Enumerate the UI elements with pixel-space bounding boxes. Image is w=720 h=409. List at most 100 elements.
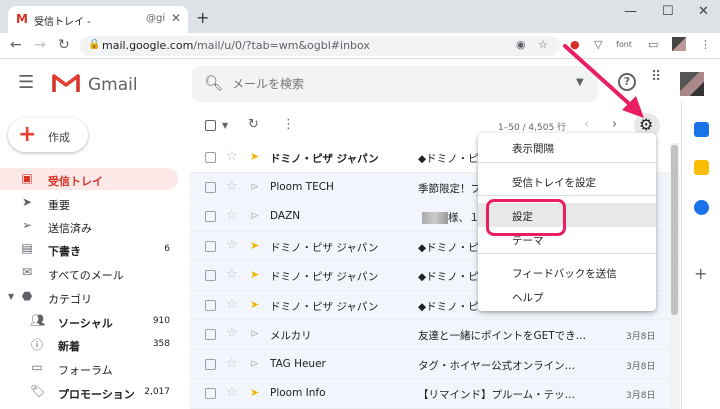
star-icon[interactable]: ☆ — [226, 356, 238, 371]
send-icon: ➢ — [21, 218, 33, 232]
sidebar-item[interactable]: ▣ 受信トレイ — [0, 168, 178, 190]
add-addon-icon[interactable]: + — [694, 264, 707, 283]
close-window-icon[interactable]: ✕ — [698, 4, 709, 19]
font-extension-icon[interactable]: font — [616, 40, 632, 49]
sidebar-item-count: 2,017 — [144, 387, 170, 397]
email-sender: ドミノ・ピザ ジャパン — [270, 241, 379, 254]
extension-red-icon[interactable]: ● — [570, 38, 580, 51]
star-icon[interactable]: ☆ — [226, 385, 238, 400]
sidebar-item-count: 6 — [164, 244, 170, 254]
category-icon: ⬣ — [21, 289, 33, 303]
search-input[interactable] — [232, 75, 532, 93]
row-checkbox[interactable] — [205, 329, 216, 340]
sidebar-item[interactable]: ▭ フォーラム — [0, 357, 178, 379]
minimize-icon[interactable]: — — [624, 4, 637, 19]
browser-tab-strip: M 受信トレイ - @gi ✕ + — ☐ ✕ — [0, 0, 720, 33]
sidebar-item[interactable]: 👥︎ ソーシャル 910 — [0, 310, 178, 332]
sidebar-item[interactable]: 🏷︎ プロモーション 2,017 — [0, 381, 178, 403]
search-icon[interactable]: 🔍︎ — [204, 74, 223, 92]
chrome-menu-icon[interactable]: ⋮ — [700, 38, 711, 51]
email-row[interactable]: ☆ ⊳ メルカリ 友達と一緒にポイントをGETでき… 3月8日 — [190, 320, 680, 350]
more-options-icon[interactable]: ⋮ — [282, 117, 295, 132]
cast-icon[interactable]: ▭ — [648, 38, 658, 51]
maximize-icon[interactable]: ☐ — [662, 4, 674, 19]
sidebar-item-count: 910 — [152, 316, 170, 326]
keep-icon[interactable] — [694, 160, 709, 175]
refresh-icon[interactable]: ↻ — [248, 117, 259, 132]
importance-marker-icon[interactable]: ➤ — [250, 298, 259, 311]
reload-icon[interactable]: ↻ — [58, 37, 70, 53]
row-checkbox[interactable] — [205, 299, 216, 311]
tag-icon: 🏷︎ — [30, 384, 46, 398]
email-row[interactable]: ☆ ⊳ TAG Heuer タグ・ホイヤー公式オンライン… 3月8日 — [190, 349, 680, 379]
row-checkbox[interactable] — [205, 240, 216, 252]
sidebar-item[interactable]: ⓘ 新着 358 — [0, 333, 178, 355]
row-checkbox[interactable] — [205, 152, 216, 163]
star-icon[interactable]: ☆ — [226, 297, 238, 312]
select-options-icon[interactable]: ▼ — [222, 121, 228, 130]
bookmark-star-icon[interactable]: ☆ — [538, 38, 548, 51]
apps-grid-icon[interactable]: ⠿ — [651, 70, 661, 84]
email-sender: DAZN — [270, 210, 301, 222]
help-icon[interactable]: ? — [618, 73, 636, 91]
star-icon[interactable]: ☆ — [226, 179, 238, 194]
next-page-icon[interactable]: › — [612, 117, 617, 132]
account-avatar[interactable] — [680, 72, 704, 96]
compose-button[interactable]: + 作成 — [8, 118, 88, 152]
importance-marker-icon[interactable]: ⊳ — [250, 327, 259, 340]
address-bar-row: ← → ↻ 🔒 mail.google.com/mail/u/0/?tab=wm… — [0, 33, 720, 59]
new-tab-button[interactable]: + — [196, 8, 209, 27]
row-checkbox[interactable] — [205, 211, 216, 222]
importance-marker-icon[interactable]: ➤ — [250, 386, 259, 399]
sidebar-item[interactable]: ➤ 重要 — [0, 192, 178, 214]
importance-marker-icon[interactable]: ➤ — [250, 150, 259, 163]
star-icon[interactable]: ☆ — [226, 326, 238, 341]
prev-page-icon[interactable]: ‹ — [584, 117, 589, 132]
settings-menu-item[interactable]: 表示間隔 — [478, 135, 656, 159]
importance-marker-icon[interactable]: ➤ — [250, 239, 259, 252]
search-options-icon[interactable]: ▼ — [576, 77, 584, 88]
sidebar-item[interactable]: ▤ 下書き 6 — [0, 238, 178, 260]
email-sender: ドミノ・ピザ ジャパン — [270, 271, 379, 283]
scrollbar[interactable] — [670, 143, 679, 409]
importance-marker-icon[interactable]: ⊳ — [250, 209, 259, 222]
forward-icon[interactable]: → — [34, 37, 46, 53]
close-tab-icon[interactable]: ✕ — [171, 11, 181, 25]
url-text[interactable]: mail.google.com/mail/u/0/?tab=wm&ogbl#in… — [102, 39, 370, 52]
profile-avatar[interactable] — [672, 37, 686, 51]
row-checkbox[interactable] — [205, 270, 216, 281]
eye-icon[interactable]: ◉ — [516, 38, 526, 51]
email-row[interactable]: ☆ ➤ Ploom Info 【リマインド】プルーム・テッ… 3月8日 — [190, 379, 680, 409]
star-icon[interactable]: ☆ — [226, 208, 238, 223]
main-menu-icon[interactable]: ☰ — [18, 72, 34, 93]
sidebar-item[interactable]: ✉ すべてのメール — [0, 262, 178, 284]
importance-marker-icon[interactable]: ⊳ — [250, 357, 259, 370]
star-icon[interactable]: ☆ — [226, 149, 238, 164]
inbox-icon: ▣ — [21, 171, 33, 185]
importance-marker-icon[interactable]: ⊳ — [250, 180, 259, 193]
settings-menu-item[interactable]: フィードバックを送信 — [478, 260, 656, 284]
row-checkbox[interactable] — [205, 181, 216, 193]
url-path: /mail/u/0/?tab=wm&ogbl#inbox — [193, 39, 370, 52]
importance-marker-icon[interactable]: ➤ — [250, 268, 259, 281]
row-checkbox[interactable] — [205, 388, 216, 399]
select-all-checkbox[interactable] — [205, 120, 216, 131]
sidebar-item[interactable]: ▼ ⬣ カテゴリ — [0, 286, 178, 308]
row-checkbox[interactable] — [205, 358, 216, 370]
star-icon[interactable]: ☆ — [226, 238, 238, 253]
sidebar-item[interactable]: ➢ 送信済み — [0, 215, 178, 237]
star-icon[interactable]: ☆ — [226, 267, 238, 282]
settings-menu-item[interactable]: ヘルプ — [478, 284, 656, 308]
scrollbar-thumb[interactable] — [671, 145, 678, 315]
back-icon[interactable]: ← — [10, 37, 22, 53]
pocket-icon[interactable]: ▽ — [594, 38, 602, 51]
tasks-icon[interactable] — [694, 200, 709, 215]
calendar-icon[interactable] — [694, 122, 709, 137]
expand-caret-icon[interactable]: ▼ — [8, 292, 14, 301]
omnibox[interactable]: 🔒 mail.google.com/mail/u/0/?tab=wm&ogbl#… — [80, 36, 560, 56]
search-bar[interactable]: 🔍︎ ▼ — [192, 66, 598, 102]
browser-tab[interactable]: M 受信トレイ - @gi ✕ — [8, 6, 188, 33]
settings-menu-item[interactable]: 受信トレイを設定 — [478, 169, 656, 193]
email-subject-text: 季節限定！ブ — [418, 182, 481, 195]
sidebar-item-label: ソーシャル — [58, 317, 113, 330]
